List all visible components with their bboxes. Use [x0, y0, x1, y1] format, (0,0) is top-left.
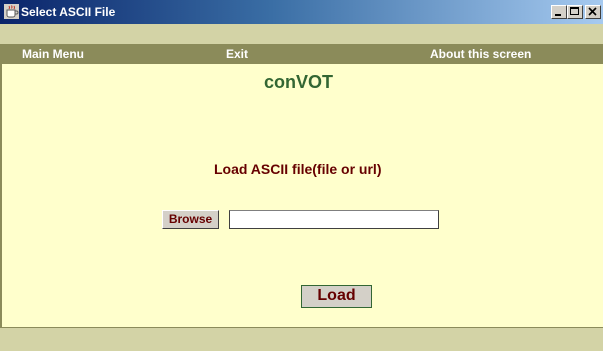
title-bar[interactable]: Select ASCII File [0, 0, 603, 24]
app-title: conVOT [264, 72, 334, 92]
main-panel: conVOT Load ASCII file(file or url) Brow… [2, 64, 603, 328]
maximize-icon [570, 7, 579, 15]
minimize-button[interactable] [551, 5, 567, 19]
java-cup-icon [4, 4, 19, 19]
window-title: Select ASCII File [21, 5, 116, 19]
bottom-band [0, 328, 603, 351]
maximize-button[interactable] [567, 5, 583, 19]
file-path-input[interactable] [229, 210, 439, 229]
top-band [0, 24, 603, 44]
browse-button[interactable]: Browse [162, 210, 219, 229]
menu-item-about[interactable]: About this screen [430, 47, 531, 61]
load-file-label: Load ASCII file(file or url) [214, 161, 382, 177]
minimize-icon [555, 14, 561, 16]
close-icon [588, 7, 597, 16]
load-button[interactable]: Load [301, 285, 372, 308]
app-window: Select ASCII File Main Menu Exit About t… [0, 0, 603, 351]
menu-item-exit[interactable]: Exit [226, 47, 248, 61]
menu-bar: Main Menu Exit About this screen [2, 44, 603, 64]
close-button[interactable] [585, 5, 601, 19]
menu-item-main-menu[interactable]: Main Menu [22, 47, 84, 61]
